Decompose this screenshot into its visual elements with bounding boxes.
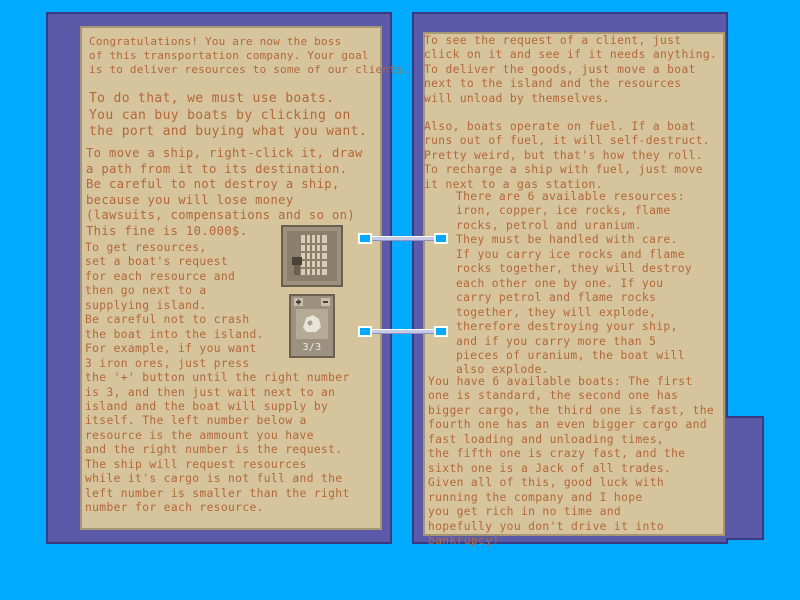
binding-node-bottom-left: [358, 326, 372, 337]
client-request-text: To see the request of a client, just cli…: [424, 34, 718, 105]
boats-text: To do that, we must use boats. You can b…: [89, 91, 368, 140]
binding-node-bottom-right: [434, 326, 448, 337]
book-binding-top: [366, 236, 440, 241]
boats-list-text: You have 6 available boats: The first on…: [428, 375, 715, 547]
book-binding-bottom: [366, 329, 440, 334]
binding-node-top-left: [358, 233, 372, 244]
intro-text: Congratulations! You are now the boss of…: [89, 35, 410, 77]
resources-list-text: There are 6 available resources: iron, c…: [456, 190, 692, 377]
ore-slot: 3/3: [289, 294, 335, 358]
cargo-grid-icon: [281, 225, 343, 287]
book-right-tab: [726, 416, 764, 540]
binding-node-top-right: [434, 233, 448, 244]
fuel-text: Also, boats operate on fuel. If a boat r…: [424, 120, 711, 191]
ore-counter: 3/3: [302, 342, 322, 353]
